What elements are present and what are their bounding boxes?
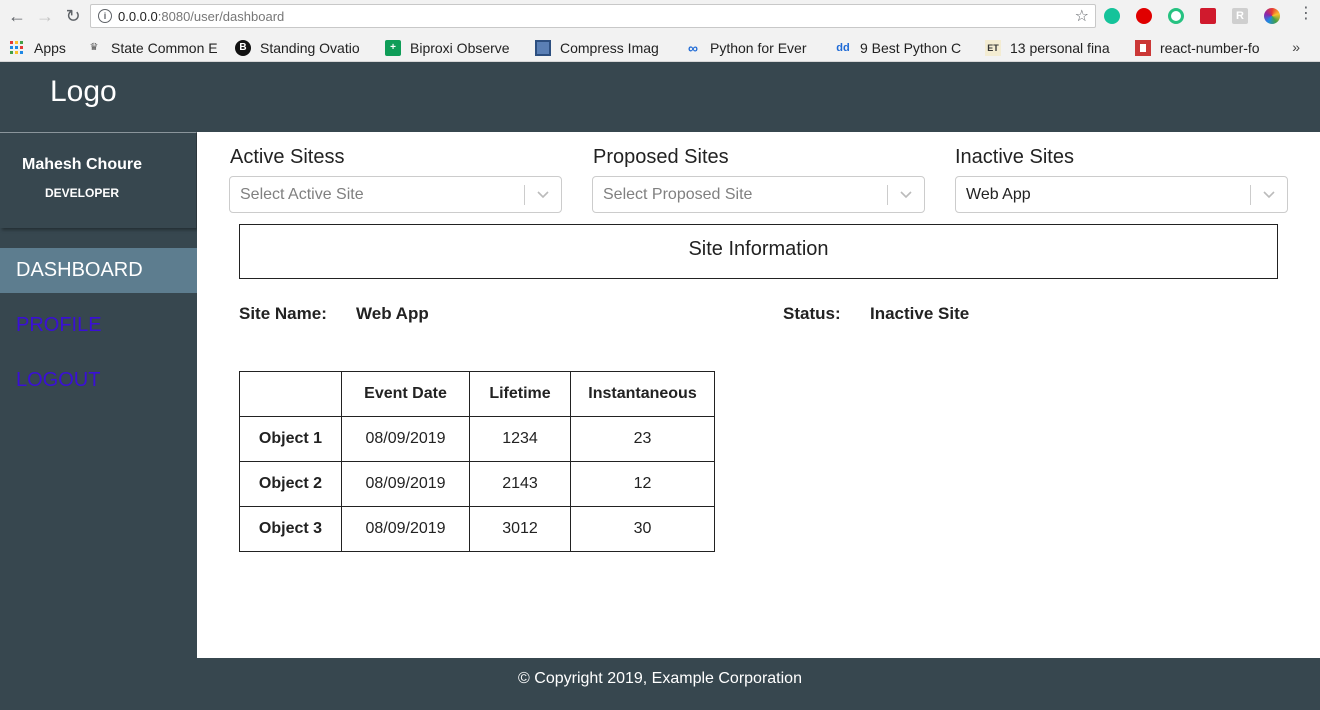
proposed-site-placeholder: Select Proposed Site: [603, 186, 753, 203]
bookmark-best-python[interactable]: dd 9 Best Python C: [835, 33, 974, 62]
table-cell: 23: [570, 416, 715, 462]
monitor-icon: [535, 39, 551, 56]
site-name-label: Site Name:: [239, 304, 327, 323]
user-role: DEVELOPER: [44, 186, 119, 200]
reload-icon[interactable]: ↻: [60, 4, 86, 30]
row-label: Object 1: [239, 416, 342, 462]
dd-icon: dd: [836, 41, 850, 54]
bookmarks-overflow-icon[interactable]: »: [1292, 39, 1300, 55]
site-info-icon[interactable]: i: [98, 9, 112, 23]
select-divider: [524, 185, 525, 205]
url-path: :8080/user/dashboard: [157, 8, 285, 24]
logo[interactable]: Logo: [50, 75, 117, 109]
active-site-select[interactable]: Select Active Site: [229, 176, 562, 213]
user-name: Mahesh Choure: [21, 156, 142, 173]
sidebar-item-dashboard[interactable]: DASHBOARD: [0, 248, 197, 293]
et-icon: ET: [985, 39, 1001, 56]
active-site-placeholder: Select Active Site: [240, 186, 364, 203]
address-bar[interactable]: i 0.0.0.0:8080/user/dashboard ☆: [90, 4, 1096, 28]
green-plus-icon: +: [385, 39, 401, 56]
bookmark-state-common[interactable]: ♛ State Common E: [86, 33, 226, 62]
green-ring-extension-icon[interactable]: [1168, 8, 1184, 24]
table-header-row: Event Date Lifetime Instantaneous: [239, 371, 715, 417]
inactive-sites-label: Inactive Sites: [955, 146, 1074, 168]
npm-icon: [1135, 39, 1151, 56]
bookmark-react-number-format[interactable]: react-number-fo: [1135, 33, 1273, 62]
browser-menu-icon[interactable]: ⋮: [1298, 6, 1314, 22]
forward-arrow-icon[interactable]: →: [32, 4, 58, 30]
bookmark-apps[interactable]: Apps: [9, 33, 77, 62]
bookmark-star-icon[interactable]: ☆: [1075, 6, 1089, 26]
inactive-site-select[interactable]: Web App: [955, 176, 1288, 213]
bookmark-personal-finance[interactable]: ET 13 personal fina: [985, 33, 1122, 62]
bookmark-compress-image[interactable]: Compress Imag: [535, 33, 673, 62]
status-value: Inactive Site: [870, 304, 970, 323]
row-label: Object 2: [239, 461, 342, 507]
sidebar-item-profile[interactable]: PROFILE: [0, 303, 197, 348]
objects-table: Event Date Lifetime Instantaneous Object…: [239, 371, 715, 552]
table-row: Object 3 08/09/2019 3012 30: [239, 506, 715, 552]
chevron-down-icon[interactable]: [537, 188, 549, 200]
table-cell: 3012: [469, 506, 571, 552]
color-wheel-extension-icon[interactable]: [1264, 8, 1280, 24]
proposed-site-select[interactable]: Select Proposed Site: [592, 176, 925, 213]
select-divider: [1250, 185, 1251, 205]
footer: © Copyright 2019, Example Corporation: [0, 658, 1320, 710]
bookmark-biproxi[interactable]: + Biproxi Observe: [385, 33, 523, 62]
sidebar-item-logout[interactable]: LOGOUT: [0, 358, 197, 403]
grammarly-extension-icon[interactable]: [1104, 8, 1120, 24]
circle-b-icon: B: [235, 39, 251, 56]
table-cell: 1234: [469, 416, 571, 462]
proposed-sites-label: Proposed Sites: [593, 146, 729, 168]
row-label: Object 3: [239, 506, 342, 552]
inactive-site-value: Web App: [966, 186, 1031, 203]
bookmark-standing-ovation[interactable]: B Standing Ovatio: [235, 33, 375, 62]
infinity-icon: ∞: [688, 39, 698, 56]
bookmark-python-for-everybody[interactable]: ∞ Python for Ever: [685, 33, 823, 62]
table-cell: 08/09/2019: [341, 506, 470, 552]
main-content: Active Sitess Select Active Site Propose…: [197, 132, 1320, 658]
table-cell: 12: [570, 461, 715, 507]
emblem-icon: ♛: [89, 42, 99, 53]
r-extension-icon[interactable]: R: [1232, 8, 1248, 24]
table-header-cell: Instantaneous: [570, 371, 715, 417]
site-name-value: Web App: [356, 304, 429, 323]
url-host: 0.0.0.0: [118, 8, 158, 24]
browser-toolbar: ← → ↻ i 0.0.0.0:8080/user/dashboard ☆ R …: [0, 0, 1320, 33]
user-profile-card: Mahesh Choure DEVELOPER: [0, 132, 197, 228]
active-sites-label: Active Sitess: [230, 146, 345, 168]
site-information-title: Site Information: [239, 224, 1278, 279]
table-cell: 2143: [469, 461, 571, 507]
apps-grid-icon: [9, 40, 25, 56]
chevron-down-icon[interactable]: [900, 188, 912, 200]
table-cell: 08/09/2019: [341, 461, 470, 507]
table-cell: 30: [570, 506, 715, 552]
table-cell: 08/09/2019: [341, 416, 470, 462]
bookmark-label: Apps: [34, 39, 66, 56]
sidebar: Mahesh Choure DEVELOPER DASHBOARD PROFIL…: [0, 132, 197, 658]
red-square-extension-icon[interactable]: [1200, 8, 1216, 24]
chevron-down-icon[interactable]: [1263, 188, 1275, 200]
select-divider: [887, 185, 888, 205]
app-header: Logo: [0, 62, 1320, 132]
back-arrow-icon[interactable]: ←: [4, 4, 30, 30]
status-label: Status:: [783, 304, 841, 323]
bookmarks-bar: Apps ♛ State Common E B Standing Ovatio …: [0, 33, 1320, 62]
table-header-cell: Lifetime: [469, 371, 571, 417]
table-row: Object 1 08/09/2019 1234 23: [239, 416, 715, 462]
copyright-text: © Copyright 2019, Example Corporation: [518, 670, 802, 687]
table-header-cell: [239, 371, 342, 417]
table-header-cell: Event Date: [341, 371, 470, 417]
red-extension-icon[interactable]: [1136, 8, 1152, 24]
table-row: Object 2 08/09/2019 2143 12: [239, 461, 715, 507]
